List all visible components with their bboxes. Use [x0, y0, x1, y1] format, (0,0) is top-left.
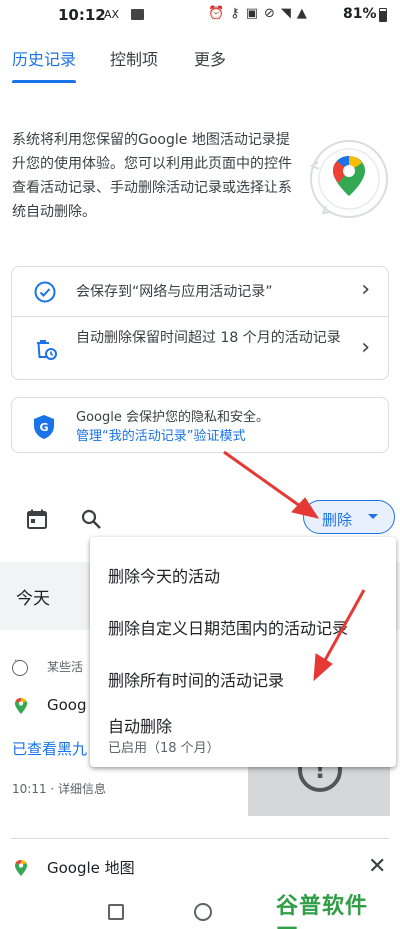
calendar-icon[interactable]: [26, 508, 48, 530]
check-circle-icon: [34, 281, 56, 303]
section-title: 今天: [16, 589, 50, 609]
auto-delete-row[interactable]: 自动删除保留时间超过 18 个月的活动记录 ›: [12, 317, 388, 381]
tab-controls[interactable]: 控制项: [110, 46, 158, 70]
status-bar: 10:12 AX ⏰⚷▣⊘◥▲ 81%: [0, 0, 400, 30]
auto-delete-status: 已启用（18 个月）: [108, 741, 220, 756]
auto-delete-icon: [37, 340, 57, 360]
save-setting-label: 会保存到“网络与应用活动记录”: [76, 284, 273, 300]
close-icon[interactable]: ✕: [368, 854, 386, 879]
menu-item-auto-delete[interactable]: 自动删除: [108, 713, 172, 737]
chevron-right-icon: ›: [361, 335, 370, 360]
entry-app-name: Goog: [47, 696, 87, 714]
menu-item-delete-custom-range[interactable]: 删除自定义日期范围内的活动记录: [108, 615, 348, 639]
google-maps-icon: [15, 860, 27, 876]
recents-button[interactable]: [108, 904, 124, 920]
google-maps-icon: [15, 698, 27, 714]
image-notification-icon: [131, 9, 144, 20]
menu-item-delete-today[interactable]: 删除今天的活动: [108, 563, 220, 587]
entry-time-details[interactable]: 10:11 · 详细信息: [12, 780, 106, 797]
maps-activity-illustration: [309, 140, 388, 218]
privacy-card: G Google 会保护您的隐私和安全。 管理“我的活动记录”验证模式: [11, 397, 389, 453]
delete-dropdown-button[interactable]: 删除: [303, 500, 395, 534]
caret-down-icon: [368, 514, 378, 519]
tab-bar: 历史记录 控制项 更多: [0, 36, 400, 84]
tab-indicator: [12, 80, 76, 83]
entry-app-name: Google 地图: [47, 859, 135, 877]
status-indicator: AX: [104, 8, 120, 21]
entry-title-link[interactable]: 已查看黑九: [12, 738, 87, 759]
watermark-text: 谷普软件园: [276, 894, 369, 929]
list-divider: [11, 838, 389, 839]
battery-icon: [379, 8, 387, 22]
intro-text: 系统将利用您保留的Google 地图活动记录提升您的使用体验。您可以利用此页面中…: [12, 132, 292, 220]
chevron-right-icon: ›: [361, 277, 370, 302]
annotation-arrow: [223, 450, 320, 519]
google-shield-icon: G: [34, 415, 54, 439]
more-info-icon: [12, 656, 28, 676]
delete-button-label: 删除: [322, 511, 353, 529]
watermark: 谷普软件园: [272, 884, 390, 929]
entry-meta-text: 某些活: [47, 660, 84, 674]
activity-settings-card: 会保存到“网络与应用活动记录” › 自动删除保留时间超过 18 个月的活动记录 …: [11, 266, 389, 380]
battery-level: 81%: [343, 6, 377, 22]
svg-text:G: G: [39, 421, 48, 434]
manage-verification-link[interactable]: 管理“我的活动记录”验证模式: [76, 427, 245, 446]
search-icon[interactable]: [80, 508, 102, 530]
tab-history[interactable]: 历史记录: [12, 46, 76, 70]
tab-more[interactable]: 更多: [194, 46, 226, 70]
menu-item-delete-all-time[interactable]: 删除所有时间的活动记录: [108, 667, 284, 691]
save-setting-row[interactable]: 会保存到“网络与应用活动记录” ›: [12, 267, 388, 317]
home-button[interactable]: [194, 903, 212, 921]
status-time: 10:12: [58, 6, 106, 24]
auto-delete-label: 自动删除保留时间超过 18 个月的活动记录: [76, 330, 341, 346]
privacy-text: Google 会保护您的隐私和安全。: [76, 410, 269, 425]
status-icons: ⏰⚷▣⊘◥▲: [208, 6, 313, 21]
delete-menu: 删除今天的活动 删除自定义日期范围内的活动记录 删除所有时间的活动记录 自动删除…: [90, 537, 396, 767]
